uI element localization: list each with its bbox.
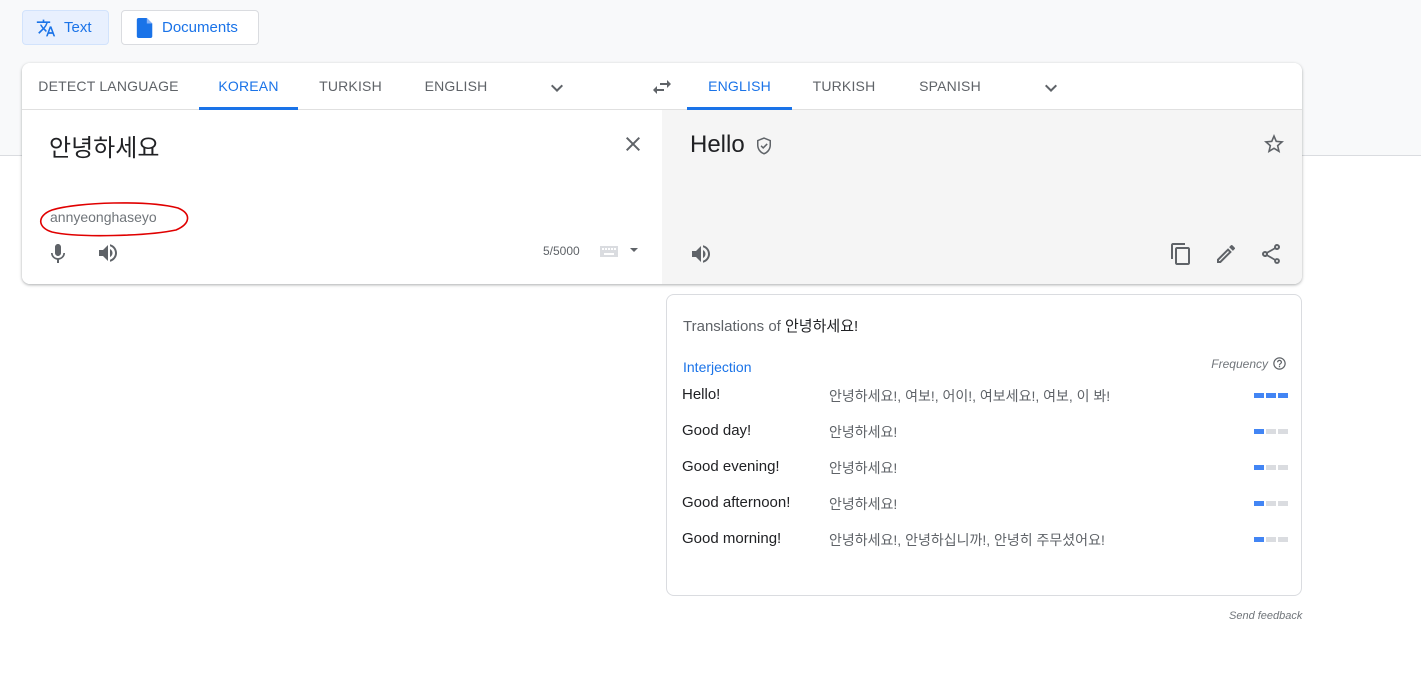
entry-term: Good afternoon!: [682, 494, 791, 511]
frequency-header: Frequency: [1211, 356, 1287, 371]
dictionary-title-word: 안녕하세요!: [785, 318, 859, 335]
language-bar: DETECT LANGUAGE KOREAN TURKISH ENGLISH E…: [22, 63, 1302, 110]
copy-translation-icon[interactable]: [1169, 242, 1193, 266]
frequency-bar-segment: [1254, 393, 1264, 398]
source-tab-korean[interactable]: KOREAN: [199, 63, 298, 110]
frequency-bar-segment: [1266, 501, 1276, 506]
dictionary-title: Translations of 안녕하세요!: [683, 315, 858, 336]
frequency-bar-segment: [1266, 465, 1276, 470]
frequency-bar-segment: [1266, 537, 1276, 542]
frequency-bar-segment: [1266, 429, 1276, 434]
frequency-bar-segment: [1278, 501, 1288, 506]
tab-label: TURKISH: [812, 78, 876, 94]
frequency-bar-segment: [1278, 465, 1288, 470]
target-more-languages-chevron-icon[interactable]: [1039, 76, 1063, 100]
transliteration: annyeonghaseyo: [38, 200, 190, 237]
input-tools-dropdown-icon[interactable]: [629, 246, 639, 254]
tab-label: ENGLISH: [424, 78, 488, 94]
target-panel: Hello: [662, 110, 1302, 284]
dictionary-entry[interactable]: Good afternoon! 안녕하세요!: [682, 492, 1288, 516]
translation-output: Hello: [690, 131, 745, 158]
target-tab-spanish[interactable]: SPANISH: [908, 63, 992, 109]
source-tab-detect-language[interactable]: DETECT LANGUAGE: [32, 63, 185, 109]
help-question-icon[interactable]: [1272, 356, 1287, 371]
text-mode-button[interactable]: Text: [22, 10, 109, 45]
entry-back-translations: 안녕하세요!: [829, 460, 898, 476]
transliteration-text: annyeonghaseyo: [50, 209, 157, 225]
frequency-bars: [1254, 465, 1288, 470]
translate-icon: [36, 19, 56, 36]
tab-label: TURKISH: [319, 78, 382, 94]
frequency-bar-segment: [1278, 393, 1288, 398]
dictionary-panel: Translations of 안녕하세요! Interjection Freq…: [666, 294, 1302, 596]
listen-source-speaker-icon[interactable]: [96, 241, 120, 265]
frequency-bar-segment: [1266, 393, 1276, 398]
source-panel: 안녕하세요 annyeonghaseyo 5/5000: [22, 110, 662, 284]
text-mode-label: Text: [64, 19, 92, 36]
listen-translation-speaker-icon[interactable]: [689, 242, 713, 266]
target-tab-english[interactable]: ENGLISH: [687, 63, 792, 110]
entry-term: Good morning!: [682, 530, 782, 547]
entry-back-translations: 안녕하세요!: [829, 424, 898, 440]
document-icon: [136, 17, 153, 38]
frequency-bar-segment: [1278, 537, 1288, 542]
source-tab-english[interactable]: ENGLISH: [415, 63, 497, 109]
frequency-label: Frequency: [1211, 356, 1268, 371]
frequency-bar-segment: [1254, 465, 1264, 470]
entry-back-translations: 안녕하세요!, 여보!, 어이!, 여보세요!, 여보, 이 봐!: [829, 388, 1111, 404]
frequency-bar-segment: [1254, 501, 1264, 506]
verified-shield-icon[interactable]: [754, 136, 774, 156]
character-count: 5/5000: [543, 244, 580, 258]
microphone-icon[interactable]: [46, 242, 70, 266]
dictionary-entry[interactable]: Hello! 안녕하세요!, 여보!, 어이!, 여보세요!, 여보, 이 봐!: [682, 384, 1288, 408]
tab-label: SPANISH: [919, 78, 981, 94]
edit-translation-pencil-icon[interactable]: [1214, 242, 1238, 266]
share-translation-icon[interactable]: [1259, 242, 1283, 266]
dictionary-title-prefix: Translations of: [683, 318, 781, 335]
documents-mode-button[interactable]: Documents: [121, 10, 259, 45]
entry-back-translations: 안녕하세요!: [829, 496, 898, 512]
documents-mode-label: Documents: [162, 19, 238, 36]
entry-back-translations: 안녕하세요!, 안녕하십니까!, 안녕히 주무셨어요!: [829, 532, 1105, 548]
entry-term: Good evening!: [682, 458, 780, 475]
entry-term: Hello!: [682, 386, 721, 403]
frequency-bars: [1254, 429, 1288, 434]
target-tab-turkish[interactable]: TURKISH: [804, 63, 884, 109]
tab-label: DETECT LANGUAGE: [38, 78, 179, 94]
dictionary-entry[interactable]: Good day! 안녕하세요!: [682, 420, 1288, 444]
entry-term: Good day!: [682, 422, 752, 439]
tab-label: ENGLISH: [708, 78, 771, 94]
translator-card: DETECT LANGUAGE KOREAN TURKISH ENGLISH E…: [22, 63, 1302, 284]
source-more-languages-chevron-icon[interactable]: [545, 76, 569, 100]
swap-languages-icon[interactable]: [650, 75, 674, 99]
part-of-speech-label: Interjection: [683, 359, 752, 375]
frequency-bar-segment: [1278, 429, 1288, 434]
frequency-bar-segment: [1254, 537, 1264, 542]
keyboard-icon[interactable]: [600, 246, 618, 257]
frequency-bar-segment: [1254, 429, 1264, 434]
dictionary-entry[interactable]: Good evening! 안녕하세요!: [682, 456, 1288, 480]
frequency-bars: [1254, 537, 1288, 542]
dictionary-entry[interactable]: Good morning! 안녕하세요!, 안녕하십니까!, 안녕히 주무셨어요…: [682, 528, 1288, 552]
send-feedback-link[interactable]: Send feedback: [1229, 610, 1302, 622]
frequency-bars: [1254, 501, 1288, 506]
clear-source-close-icon[interactable]: [621, 132, 645, 156]
frequency-bars: [1254, 393, 1288, 398]
tab-label: KOREAN: [218, 78, 279, 94]
source-tab-turkish[interactable]: TURKISH: [312, 63, 389, 109]
save-translation-star-icon[interactable]: [1262, 132, 1286, 156]
source-text-input[interactable]: 안녕하세요: [49, 128, 159, 163]
